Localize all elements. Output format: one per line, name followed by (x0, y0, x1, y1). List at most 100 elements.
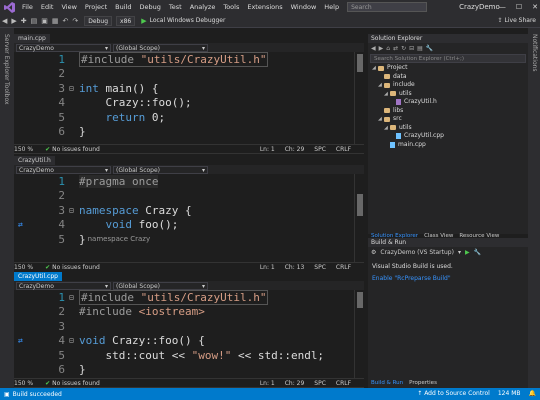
build-run-tabs: Build & Run Properties (371, 380, 437, 386)
vertical-scrollbar[interactable] (354, 52, 364, 144)
solution-search-input[interactable]: Search Solution Explorer (Ctrl+;) (370, 54, 526, 63)
sync-icon[interactable]: ⇄ (393, 45, 398, 52)
back-icon[interactable]: ◀ (2, 17, 7, 25)
swap-icon[interactable]: ⇄ (14, 336, 28, 345)
platform-dropdown[interactable]: x86 (116, 15, 136, 26)
build-target-dropdown[interactable]: CrazyDemo (VS Startup) (380, 249, 454, 256)
char-indicator: Ch: 13 (284, 263, 305, 271)
wrench-icon[interactable]: 🔧 (474, 249, 481, 256)
refresh-icon[interactable]: ↻ (401, 45, 406, 52)
tree-node-label: CrazyUtil.h (404, 98, 437, 105)
tree-node-data[interactable]: data (368, 73, 528, 82)
live-share-button[interactable]: ⇪ Live Share (498, 14, 536, 28)
zoom-level[interactable]: 150 % (14, 264, 33, 271)
source-control-button[interactable]: ↑ Add to Source Control (417, 388, 490, 400)
tree-node-crazyutil-h[interactable]: CrazyUtil.h (368, 98, 528, 107)
zoom-level[interactable]: 150 % (14, 146, 33, 153)
menu-debug[interactable]: Debug (136, 3, 165, 11)
issues-indicator[interactable]: No issues found (52, 264, 100, 271)
menu-analyze[interactable]: Analyze (186, 3, 220, 11)
scope-dropdown[interactable]: (Global Scope) (113, 43, 208, 52)
chevron-down-icon[interactable]: ▾ (458, 249, 461, 256)
save-all-icon[interactable]: ▦ (52, 17, 59, 25)
show-all-files-icon[interactable]: ▤ (417, 45, 423, 52)
new-item-icon[interactable]: ✚ (21, 17, 27, 25)
menu-tools[interactable]: Tools (219, 3, 243, 11)
back-icon[interactable]: ◀ (371, 45, 376, 52)
collapse-icon[interactable]: ⊟ (69, 336, 79, 345)
tree-node-libs[interactable]: libs (368, 107, 528, 116)
code-area[interactable]: 1 #pragma once 2 3 ⊟ namespace Crazy { ⇄ 4 … (14, 174, 364, 247)
scope-dropdown[interactable]: (Global Scope) (113, 281, 208, 290)
minimize-icon[interactable]: — (499, 0, 506, 14)
code-area[interactable]: 1 ⊟ #include "utils/CrazyUtil.h" 2 #includ… (14, 289, 364, 377)
close-icon[interactable]: ✕ (532, 0, 538, 14)
project-dropdown[interactable]: CrazyDemo (16, 165, 111, 174)
menu-extensions[interactable]: Extensions (243, 3, 286, 11)
menu-edit[interactable]: Edit (37, 3, 58, 11)
code-line: 2 (14, 67, 364, 82)
forward-icon[interactable]: ▶ (379, 45, 384, 52)
search-input[interactable]: Search (347, 2, 428, 12)
start-debugging-button[interactable]: ▶ Local Windows Debugger (141, 17, 225, 25)
code-line: 2 (14, 189, 364, 204)
line-number: 1 (58, 174, 65, 188)
menu-build[interactable]: Build (111, 3, 135, 11)
home-icon[interactable]: ⌂ (386, 45, 390, 52)
zoom-level[interactable]: 150 % (14, 380, 33, 387)
vertical-scrollbar[interactable] (354, 290, 364, 378)
menu-test[interactable]: Test (165, 3, 186, 11)
vertical-scrollbar[interactable] (354, 174, 364, 262)
maximize-icon[interactable]: ☐ (516, 0, 522, 14)
menu-window[interactable]: Window (287, 3, 321, 11)
open-icon[interactable]: ▤ (31, 17, 38, 25)
tree-node-main-cpp[interactable]: main.cpp (368, 141, 528, 150)
swap-icon[interactable]: ⇄ (14, 220, 28, 229)
scroll-thumb[interactable] (357, 54, 363, 72)
menu-help[interactable]: Help (320, 3, 343, 11)
bell-icon[interactable]: 🔔 (529, 388, 536, 400)
notifications-tab[interactable]: Notifications (531, 34, 538, 72)
configuration-dropdown[interactable]: Debug (84, 15, 113, 26)
code-area[interactable]: 1 #include "utils/CrazyUtil.h" 2 3 ⊟ int m… (14, 51, 364, 139)
scope-dropdown[interactable]: (Global Scope) (113, 165, 208, 174)
menu-project[interactable]: Project (81, 3, 111, 11)
tree-node-utils[interactable]: ◢ utils (368, 124, 528, 133)
forward-icon[interactable]: ▶ (11, 17, 16, 25)
collapse-icon[interactable]: ⊟ (69, 206, 79, 215)
collapse-all-icon[interactable]: ⊟ (409, 45, 414, 52)
tab-crazyutil-cpp[interactable]: CrazyUtil.cpp (14, 272, 62, 281)
tab-crazyutil-h[interactable]: CrazyUtil.h (14, 156, 55, 165)
tab-build-run[interactable]: Build & Run (371, 380, 403, 386)
scroll-thumb[interactable] (357, 292, 363, 308)
menu-view[interactable]: View (57, 3, 80, 11)
save-icon[interactable]: ▣ (41, 17, 48, 25)
toolbox-tab[interactable]: Toolbox (3, 82, 10, 105)
menu-file[interactable]: File (18, 3, 37, 11)
check-icon: ✔ (45, 379, 51, 387)
issues-indicator[interactable]: No issues found (52, 380, 100, 387)
server-explorer-tab[interactable]: Server Explorer (3, 34, 10, 81)
enable-rcpreparse-link[interactable]: Enable "RcPreparse Build" (372, 273, 524, 285)
tree-node-utils[interactable]: ◢ utils (368, 90, 528, 99)
redo-icon[interactable]: ↷ (72, 17, 78, 25)
tree-node-src[interactable]: ◢ src (368, 115, 528, 124)
collapse-icon[interactable]: ⊟ (69, 293, 79, 302)
project-dropdown[interactable]: CrazyDemo (16, 281, 111, 290)
scope-hint: namespace Crazy (87, 235, 151, 244)
tab-main-cpp[interactable]: main.cpp (14, 34, 50, 43)
line-number: 6 (58, 125, 65, 139)
tree-node-include[interactable]: ◢ include (368, 81, 528, 90)
check-icon: ✔ (45, 145, 51, 153)
properties-icon[interactable]: 🔧 (426, 45, 433, 52)
tree-node-project[interactable]: ◢ Project (368, 64, 528, 73)
tab-properties[interactable]: Properties (409, 380, 437, 386)
collapse-icon[interactable]: ⊟ (69, 84, 79, 93)
scroll-thumb[interactable] (357, 194, 363, 216)
gear-icon[interactable]: ⚙ (371, 249, 376, 256)
issues-indicator[interactable]: No issues found (52, 146, 100, 153)
play-icon[interactable]: ▶ (465, 249, 470, 256)
project-dropdown[interactable]: CrazyDemo (16, 43, 111, 52)
tree-node-crazyutil-cpp[interactable]: CrazyUtil.cpp (368, 132, 528, 141)
undo-icon[interactable]: ↶ (63, 17, 69, 25)
